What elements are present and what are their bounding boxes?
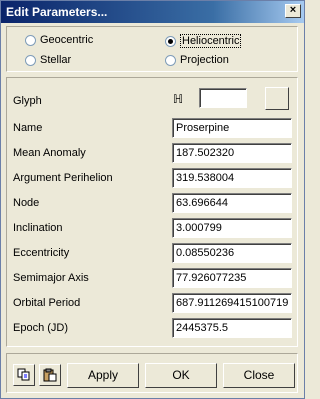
- epoch-label: Epoch (JD): [13, 322, 69, 334]
- node-field[interactable]: 63.696644: [172, 193, 292, 213]
- copy-button[interactable]: [13, 364, 35, 386]
- orbital-period-field[interactable]: 687.911269415100719: [172, 293, 292, 313]
- semimajor-axis-field[interactable]: 77.926077235: [172, 268, 292, 288]
- glyph-label: Glyph: [13, 95, 42, 107]
- eccentricity-label: Eccentricity: [13, 247, 70, 259]
- node-label: Node: [13, 197, 40, 209]
- semimajor-axis-label: Semimajor Axis: [13, 272, 89, 284]
- edit-parameters-dialog: Edit Parameters... × Geocentric Heliocen…: [0, 0, 305, 399]
- radio-stellar-indicator: [25, 54, 36, 66]
- orbital-parameters-panel: Glyph ℍ Name Proserpine Mean Anomaly 187…: [6, 77, 298, 347]
- radio-projection[interactable]: Projection: [165, 54, 229, 66]
- radio-geocentric-indicator: [25, 34, 36, 46]
- inclination-label: Inclination: [13, 222, 63, 234]
- close-button[interactable]: Close: [223, 363, 295, 388]
- glyph-input[interactable]: [199, 88, 247, 108]
- glyph-picker-button[interactable]: [265, 87, 289, 110]
- ok-button[interactable]: OK: [145, 363, 217, 388]
- close-window-button[interactable]: ×: [285, 4, 301, 18]
- radio-heliocentric-label: Heliocentric: [180, 34, 242, 48]
- button-bar: Apply OK Close: [6, 353, 298, 393]
- inclination-field[interactable]: 3.000799: [172, 218, 292, 238]
- eccentricity-field[interactable]: 0.08550236: [172, 243, 292, 263]
- radio-stellar[interactable]: Stellar: [25, 54, 71, 66]
- window-title: Edit Parameters...: [6, 5, 108, 19]
- copy-icon: [17, 368, 30, 381]
- radio-geocentric-label: Geocentric: [40, 34, 94, 46]
- coordinate-system-group: Geocentric Heliocentric Stellar Projecti…: [6, 26, 298, 72]
- mean-anomaly-label: Mean Anomaly: [13, 147, 86, 159]
- radio-heliocentric-indicator: [165, 35, 176, 47]
- name-field[interactable]: Proserpine: [172, 118, 292, 138]
- epoch-field[interactable]: 2445375.5: [172, 318, 292, 338]
- argument-perihelion-label: Argument Perihelion: [13, 172, 113, 184]
- radio-heliocentric[interactable]: Heliocentric: [165, 34, 242, 48]
- paste-icon: [43, 368, 57, 382]
- radio-projection-indicator: [165, 54, 176, 66]
- mean-anomaly-field[interactable]: 187.502320: [172, 143, 292, 163]
- radio-projection-label: Projection: [180, 54, 229, 66]
- paste-button[interactable]: [39, 364, 61, 386]
- title-bar: Edit Parameters... ×: [1, 1, 304, 23]
- glyph-symbol: ℍ: [173, 92, 184, 106]
- orbital-period-label: Orbital Period: [13, 297, 81, 309]
- radio-geocentric[interactable]: Geocentric: [25, 34, 93, 46]
- name-label: Name: [13, 122, 43, 134]
- apply-button[interactable]: Apply: [67, 363, 139, 388]
- radio-stellar-label: Stellar: [40, 54, 72, 66]
- argument-perihelion-field[interactable]: 319.538004: [172, 168, 292, 188]
